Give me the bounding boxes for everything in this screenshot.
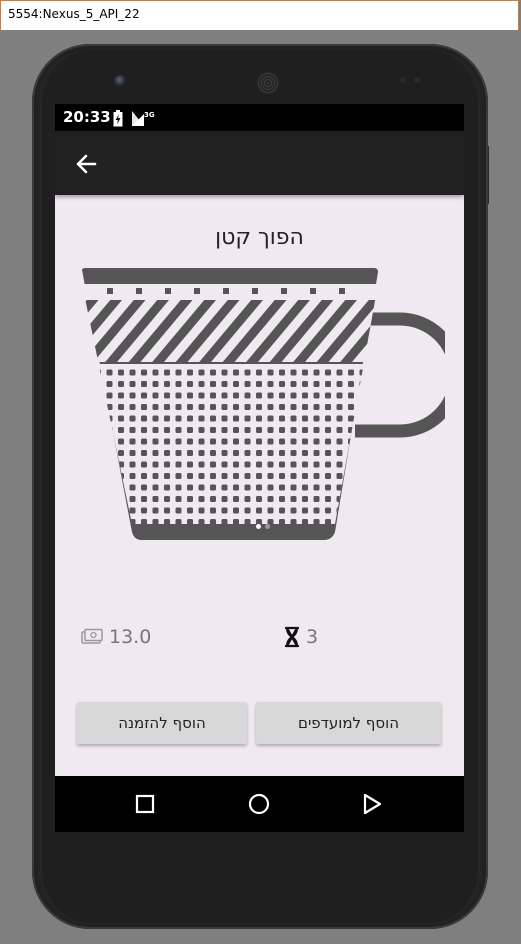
prep-time-value: 3 (306, 626, 319, 648)
add-to-favorites-button[interactable]: הוסף למועדפים (256, 702, 441, 744)
add-to-order-button[interactable]: הוסף להזמנה (77, 702, 247, 744)
phone-screen: 20:33 3G הפוך קטן 13.0 3 הוסף להזמנה הוס… (55, 104, 464, 832)
prep-time-info: 3 (284, 624, 318, 650)
emulator-window-title: 5554:Nexus_5_API_22 (0, 0, 519, 30)
system-navigation-bar (55, 776, 464, 832)
front-camera-icon (114, 75, 126, 87)
circle-icon[interactable] (246, 791, 272, 817)
hourglass-icon (284, 626, 300, 648)
arrow-back-icon[interactable] (73, 151, 99, 177)
light-sensor-icon (414, 77, 420, 83)
network-type-label: 3G (144, 111, 155, 119)
price-value: 13.0 (109, 626, 152, 648)
status-time: 20:33 (63, 108, 111, 126)
carousel-dot[interactable] (265, 524, 270, 529)
triangle-back-icon[interactable] (359, 791, 385, 817)
speaker-grille-icon (257, 72, 279, 94)
cell-signal-icon: 3G (132, 111, 155, 126)
product-title: הפוך קטן (215, 225, 304, 250)
price-info: 13.0 (81, 624, 151, 650)
proximity-sensor-icon (400, 77, 406, 83)
status-bar: 20:33 3G (55, 104, 464, 131)
coffee-cup-illustration[interactable] (70, 264, 445, 549)
square-icon[interactable] (132, 791, 158, 817)
money-icon (81, 628, 103, 644)
battery-charging-icon (113, 110, 123, 127)
app-toolbar (55, 131, 464, 195)
carousel-dot-active[interactable] (256, 524, 261, 529)
